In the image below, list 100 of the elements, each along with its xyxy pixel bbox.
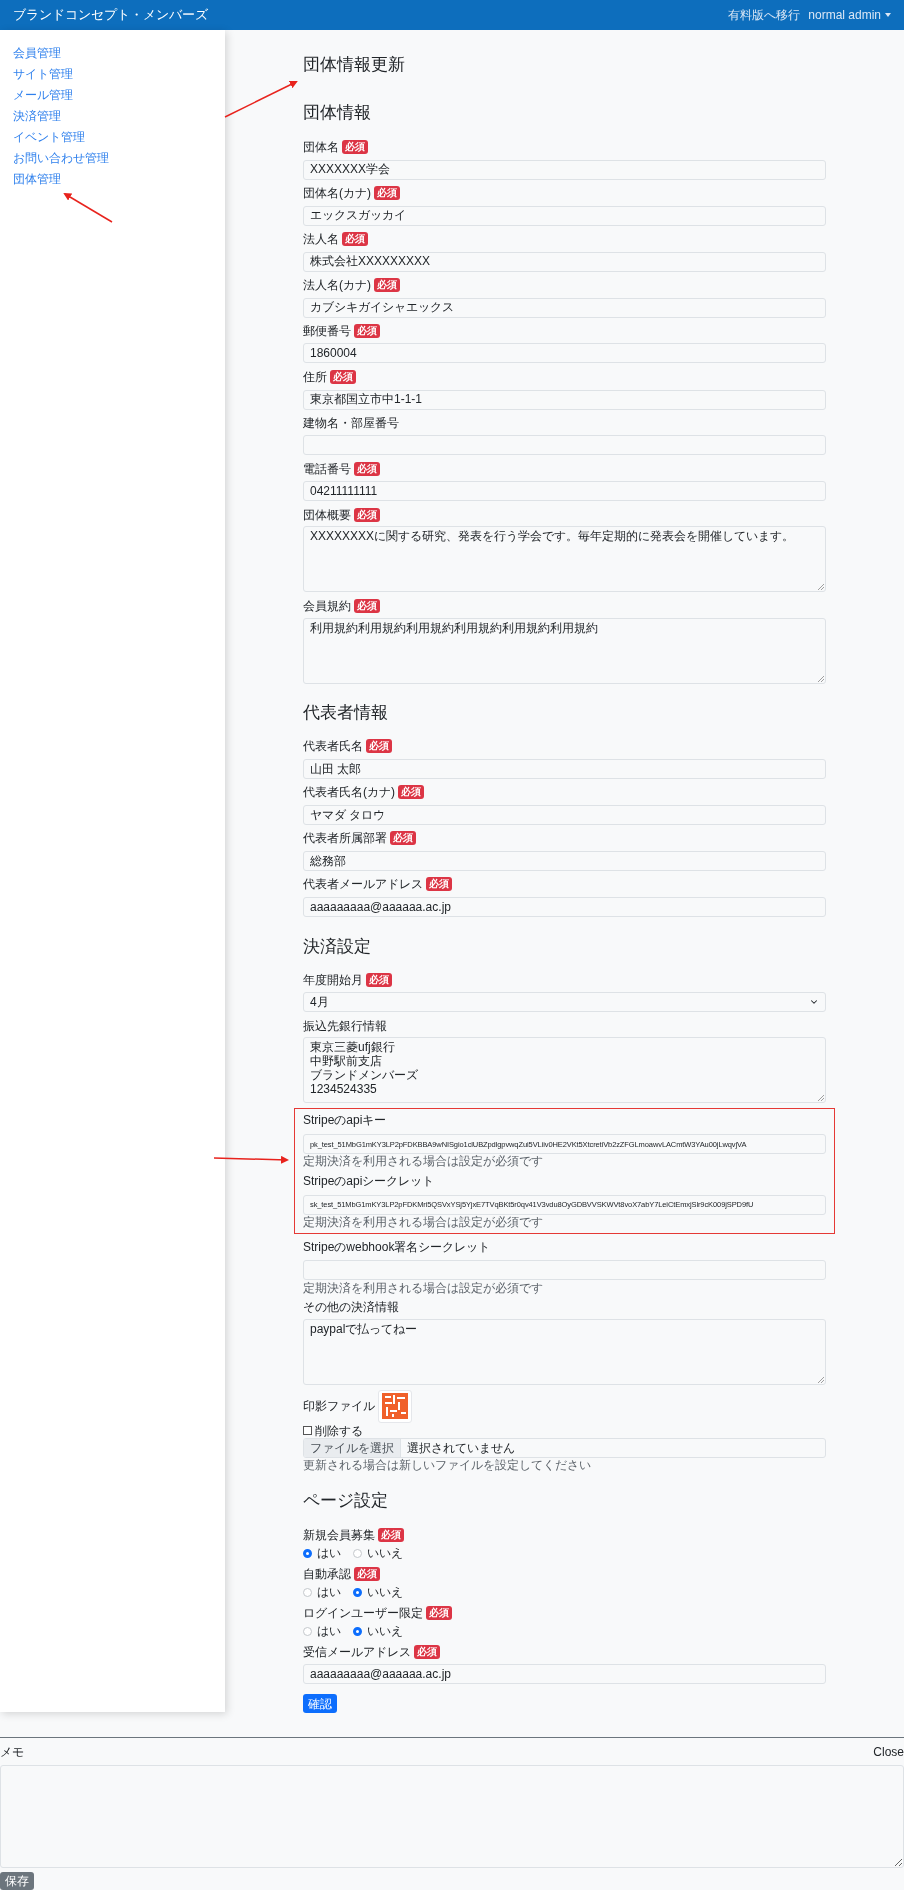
- field-label: 年度開始月: [303, 974, 363, 986]
- confirm-button[interactable]: 確認: [303, 1694, 337, 1713]
- required-badge: 必須: [330, 369, 356, 384]
- text-field[interactable]: 山田 太郎: [303, 759, 826, 779]
- text-field[interactable]: 株式会社XXXXXXXXX: [303, 251, 826, 272]
- radio-button[interactable]: [353, 1626, 362, 1636]
- text-area[interactable]: 東京三菱ufj銀行 中野駅前支店 ブランドメンバーズ 1234524335: [303, 1037, 826, 1103]
- text-field[interactable]: 東京都国立市中1-1-1: [303, 389, 826, 410]
- required-badge: 必須: [426, 1605, 452, 1620]
- save-button[interactable]: 保存: [0, 1872, 34, 1890]
- resize-handle-icon: [818, 1376, 824, 1383]
- radio-button[interactable]: [303, 1626, 312, 1636]
- required-badge: 必須: [366, 973, 392, 987]
- required-badge: 必須: [390, 831, 416, 845]
- text-line: paypalで払ってねー: [310, 1321, 418, 1336]
- required-badge: 必須: [354, 599, 380, 613]
- radio-label: いいえ: [367, 1545, 403, 1562]
- section-heading: ページ設定: [303, 1490, 389, 1512]
- field-label: 新規会員募集: [303, 1528, 375, 1541]
- text-area[interactable]: XXXXXXXXに関する研究、発表を行う学会です。毎年定期的に発表会を開催しています。: [303, 526, 826, 592]
- text-field[interactable]: [303, 1259, 826, 1280]
- user-menu[interactable]: normal admin: [808, 6, 891, 24]
- resize-handle-icon: [818, 584, 824, 590]
- text-field[interactable]: 総務部: [303, 851, 826, 871]
- text-line: 利用規約利用規約利用規約利用規約利用規約利用規約: [310, 620, 598, 635]
- sidebar-link[interactable]: お問い合わせ管理: [0, 147, 225, 168]
- checkbox-label: 削除する: [315, 1422, 363, 1440]
- field-label: 代表者氏名(カナ): [303, 786, 395, 798]
- text-field[interactable]: aaaaaaaaa@aaaaaa.ac.jp: [303, 1664, 826, 1684]
- radio-label: いいえ: [367, 1584, 403, 1601]
- field-label: 代表者メールアドレス: [303, 878, 423, 890]
- sidebar-link[interactable]: イベント管理: [0, 126, 225, 147]
- memo-label: メモ: [0, 1743, 24, 1761]
- required-badge: 必須: [374, 185, 400, 200]
- field-label: 自動承認: [303, 1567, 351, 1580]
- required-badge: 必須: [342, 231, 368, 246]
- field-label: 印影ファイル: [303, 1398, 375, 1415]
- field-label: Stripeのapiキー: [303, 1114, 387, 1126]
- field-label: 建物名・部屋番号: [303, 416, 399, 429]
- text-line: 東京三菱ufj銀行: [310, 1040, 395, 1054]
- choose-file-button[interactable]: ファイルを選択: [304, 1439, 401, 1457]
- radio-button[interactable]: [353, 1548, 362, 1558]
- section-heading: 決済設定: [303, 935, 372, 958]
- field-label: 受信メールアドレス: [303, 1645, 411, 1658]
- help-text: 定期決済を利用される場合は設定が必須です: [303, 1214, 543, 1229]
- field-label: 住所: [303, 370, 327, 383]
- required-badge: 必須: [354, 323, 380, 338]
- text-field[interactable]: カブシキガイシャエックス: [303, 297, 826, 318]
- resize-handle-icon: [818, 675, 824, 682]
- text-line: ブランドメンバーズ: [310, 1068, 418, 1082]
- sidebar-link[interactable]: 団体管理: [0, 168, 225, 189]
- sidebar-link[interactable]: メール管理: [0, 84, 225, 105]
- section-heading: 代表者情報: [303, 701, 389, 724]
- text-field[interactable]: aaaaaaaaa@aaaaaa.ac.jp: [303, 896, 826, 917]
- field-label: 団体名: [303, 140, 339, 153]
- text-area[interactable]: 利用規約利用規約利用規約利用規約利用規約利用規約: [303, 617, 826, 684]
- required-badge: 必須: [426, 877, 452, 891]
- required-badge: 必須: [374, 277, 400, 292]
- field-label: その他の決済情報: [303, 1301, 399, 1313]
- field-label: 会員規約: [303, 600, 351, 612]
- file-status: 選択されていません: [406, 1440, 516, 1457]
- text-field[interactable]: XXXXXXX学会: [303, 159, 826, 180]
- brand-link[interactable]: ブランドコンセプト・メンバーズ: [13, 5, 208, 25]
- field-label: Stripeのapiシークレット: [303, 1174, 435, 1187]
- sidebar-link[interactable]: 会員管理: [0, 42, 225, 63]
- text-line: 1234524335: [310, 1082, 377, 1096]
- text-area[interactable]: paypalで払ってねー: [303, 1318, 826, 1385]
- field-label: 団体名(カナ): [303, 186, 371, 199]
- radio-button[interactable]: [303, 1548, 312, 1558]
- text-field[interactable]: [303, 435, 826, 455]
- radio-button[interactable]: [353, 1587, 362, 1597]
- text-field[interactable]: 04211111111: [303, 481, 826, 501]
- memo-field[interactable]: [0, 1765, 904, 1868]
- help-text: 更新される場合は新しいファイルを設定してください: [303, 1458, 591, 1472]
- field-label: 振込先銀行情報: [303, 1019, 387, 1032]
- caret-icon: [885, 13, 891, 17]
- field-label: 法人名: [303, 232, 339, 245]
- required-badge: 必須: [354, 461, 380, 476]
- help-text: 定期決済を利用される場合は設定が必須です: [303, 1154, 543, 1168]
- text-field[interactable]: エックスガッカイ: [303, 205, 826, 226]
- field-label: 郵便番号: [303, 324, 351, 337]
- radio-button[interactable]: [303, 1587, 312, 1597]
- text-field[interactable]: ヤマダ タロウ: [303, 805, 826, 825]
- text-line: XXXXXXXXに関する研究、発表を行う学会です。毎年定期的に発表会を開催しています。: [310, 529, 795, 543]
- radio-label: はい: [317, 1623, 341, 1640]
- radio-label: はい: [317, 1584, 341, 1601]
- field-label: 代表者所属部署: [303, 832, 387, 844]
- field-label: 代表者氏名: [303, 740, 363, 752]
- checkbox[interactable]: [303, 1426, 312, 1435]
- month-select[interactable]: 4月: [303, 991, 826, 1012]
- text-field[interactable]: 1860004: [303, 343, 826, 363]
- required-badge: 必須: [414, 1644, 440, 1659]
- sidebar-link[interactable]: 決済管理: [0, 105, 225, 126]
- required-badge: 必須: [342, 139, 368, 154]
- field-label: ログインユーザー限定: [303, 1606, 423, 1619]
- file-field[interactable]: ファイルを選択 選択されていません: [303, 1438, 826, 1458]
- sidebar-link[interactable]: サイト管理: [0, 63, 225, 84]
- page-title: 団体情報更新: [303, 54, 406, 76]
- upgrade-link[interactable]: 有料版へ移行: [728, 6, 801, 24]
- close-link[interactable]: Close: [873, 1742, 904, 1761]
